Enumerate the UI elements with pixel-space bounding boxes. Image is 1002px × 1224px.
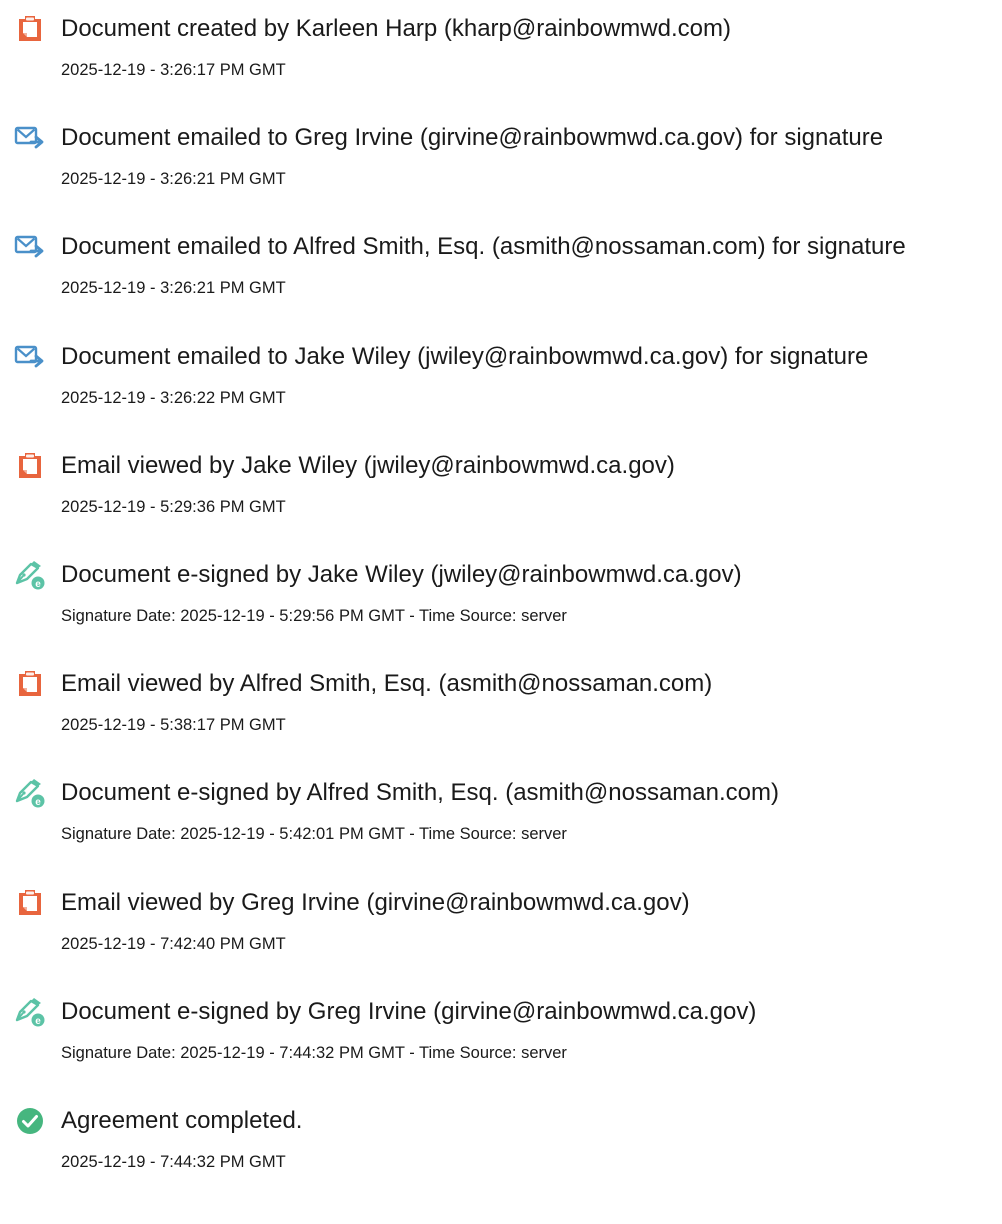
event-description: Email viewed by Greg Irvine (girvine@rai… (61, 888, 690, 916)
e-sign-icon: e (14, 996, 46, 1028)
document-icon (14, 450, 46, 482)
history-event: e Document e-signed by Alfred Smith, Esq… (0, 766, 1002, 866)
document-icon (14, 668, 46, 700)
event-timestamp: 2025-12-19 - 3:26:22 PM GMT (61, 388, 286, 407)
e-sign-icon: e (14, 559, 46, 591)
document-icon (14, 13, 46, 45)
event-description: Document created by Karleen Harp (kharp@… (61, 15, 731, 42)
history-event: Email viewed by Greg Irvine (girvine@rai… (0, 876, 1002, 976)
event-description: Document emailed to Greg Irvine (girvine… (61, 124, 884, 152)
document-icon (14, 887, 46, 919)
history-event: Document created by Karleen Harp (kharp@… (0, 2, 1002, 102)
event-timestamp: 2025-12-19 - 7:42:40 PM GMT (61, 934, 286, 953)
history-event: Document emailed to Greg Irvine (girvine… (0, 111, 1002, 211)
history-event: Email viewed by Jake Wiley (jwiley@rainb… (0, 439, 1002, 539)
history-event: Agreement completed. 2025-12-19 - 7:44:32… (0, 1094, 1002, 1194)
event-timestamp: 2025-12-19 - 7:44:32 PM GMT (61, 1153, 286, 1171)
event-description: Email viewed by Alfred Smith, Esq. (asmi… (61, 670, 713, 698)
history-event: e Document e-signed by Greg Irvine (girv… (0, 985, 1002, 1085)
email-sent-icon (14, 341, 46, 373)
svg-text:e: e (35, 797, 41, 808)
event-timestamp: 2025-12-19 - 3:26:21 PM GMT (61, 170, 286, 189)
svg-text:e: e (35, 1016, 41, 1027)
email-sent-icon (14, 122, 46, 154)
event-timestamp: Signature Date: 2025-12-19 - 5:29:56 PM … (61, 607, 567, 625)
event-timestamp: 2025-12-19 - 3:26:21 PM GMT (61, 279, 286, 298)
event-description: Agreement completed. (61, 1107, 303, 1134)
history-event: e Document e-signed by Jake Wiley (jwile… (0, 548, 1002, 648)
check-circle-icon (14, 1105, 46, 1137)
event-description: Document e-signed by Jake Wiley (jwiley@… (61, 561, 742, 588)
event-timestamp: Signature Date: 2025-12-19 - 5:42:01 PM … (61, 825, 567, 844)
svg-text:e: e (35, 579, 41, 590)
event-timestamp: 2025-12-19 - 5:38:17 PM GMT (61, 716, 286, 735)
event-description: Document e-signed by Greg Irvine (girvin… (61, 997, 757, 1025)
event-timestamp: 2025-12-19 - 3:26:17 PM GMT (61, 61, 286, 79)
event-description: Document emailed to Alfred Smith, Esq. (… (61, 233, 906, 261)
event-description: Document e-signed by Alfred Smith, Esq. … (61, 779, 779, 807)
history-event: Document emailed to Jake Wiley (jwiley@r… (0, 330, 1002, 430)
event-timestamp: Signature Date: 2025-12-19 - 7:44:32 PM … (61, 1043, 567, 1062)
e-sign-icon: e (14, 777, 46, 809)
event-description: Email viewed by Jake Wiley (jwiley@rainb… (61, 451, 675, 479)
history-event: Email viewed by Alfred Smith, Esq. (asmi… (0, 657, 1002, 757)
event-description: Document emailed to Jake Wiley (jwiley@r… (61, 342, 869, 370)
event-timestamp: 2025-12-19 - 5:29:36 PM GMT (61, 497, 286, 516)
email-sent-icon (14, 231, 46, 263)
history-event: Document emailed to Alfred Smith, Esq. (… (0, 220, 1002, 320)
